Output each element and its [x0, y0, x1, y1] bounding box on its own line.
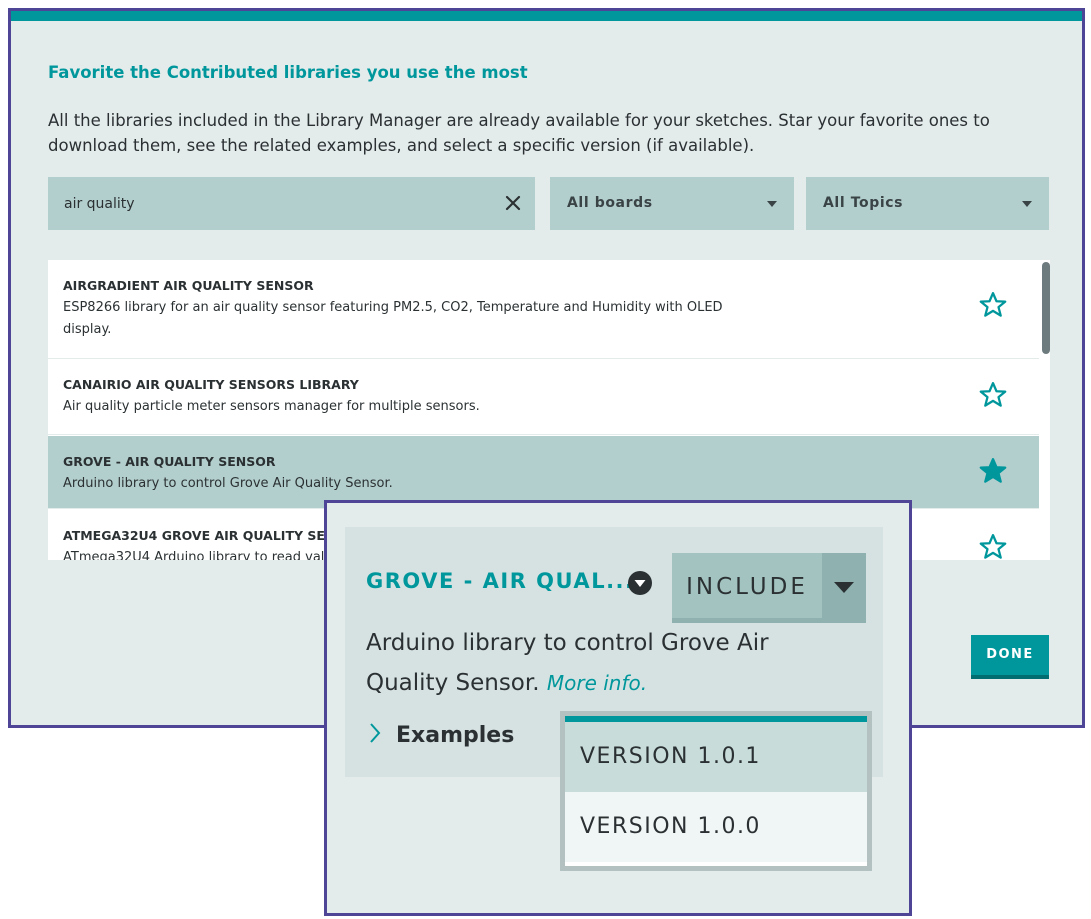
library-name: GROVE - AIR QUALITY SENSOR [63, 454, 276, 469]
boards-filter-select[interactable]: All boards [550, 177, 794, 230]
library-name: CANAIRIO AIR QUALITY SENSORS LIBRARY [63, 377, 359, 392]
done-button[interactable]: DONE [971, 635, 1049, 679]
star-outline-icon[interactable] [978, 290, 1008, 320]
include-dropdown-toggle[interactable] [822, 553, 866, 623]
library-detail-description: Arduino library to control Grove Air Qua… [366, 623, 846, 703]
dialog-accent-bar [11, 11, 1082, 21]
chevron-down-icon [767, 201, 777, 207]
library-description: ESP8266 library for an air quality senso… [63, 300, 723, 337]
chevron-right-icon [370, 723, 381, 743]
library-description: Arduino library to control Grove Air Qua… [63, 476, 393, 491]
library-item[interactable]: CANAIRIO AIR QUALITY SENSORS LIBRARY Air… [48, 360, 1039, 435]
chevron-down-icon [1022, 201, 1032, 207]
include-button[interactable]: INCLUDE [672, 553, 866, 623]
library-description: Air quality particle meter sensors manag… [63, 399, 480, 414]
library-item[interactable]: AIRGRADIENT AIR QUALITY SENSOR ESP8266 l… [48, 260, 1039, 359]
library-detail-name: GROVE - AIR QUAL... [366, 569, 635, 593]
list-scrollbar[interactable] [1042, 262, 1050, 354]
examples-label: Examples [396, 723, 515, 748]
library-detail-zoom-panel: GROVE - AIR QUAL... INCLUDE Arduino libr… [324, 500, 912, 916]
include-label: INCLUDE [686, 574, 808, 600]
boards-filter-label: All boards [567, 195, 653, 211]
search-box [48, 177, 535, 230]
dialog-title: Favorite the Contributed libraries you u… [48, 63, 528, 82]
dialog-description: All the libraries included in the Librar… [48, 111, 990, 155]
library-item-selected[interactable]: GROVE - AIR QUALITY SENSOR Arduino libra… [48, 436, 1039, 509]
topics-filter-label: All Topics [823, 195, 904, 211]
chevron-down-icon [834, 582, 854, 593]
more-info-link[interactable]: More info. [547, 671, 647, 695]
topics-filter-select[interactable]: All Topics [806, 177, 1049, 230]
version-option[interactable]: VERSION 1.0.1 [565, 722, 867, 792]
library-name: AIRGRADIENT AIR QUALITY SENSOR [63, 278, 314, 293]
search-input[interactable] [48, 177, 478, 230]
info-dropdown-icon[interactable] [627, 570, 653, 596]
star-filled-icon[interactable] [978, 456, 1008, 486]
version-option[interactable]: VERSION 1.0.0 [565, 792, 867, 862]
library-name: ATMEGA32U4 GROVE AIR QUALITY SENSOR [63, 528, 365, 543]
examples-toggle[interactable]: Examples [368, 721, 514, 748]
star-outline-icon[interactable] [978, 380, 1008, 410]
close-icon[interactable] [501, 191, 525, 215]
version-dropdown: VERSION 1.0.1 VERSION 1.0.0 [560, 711, 872, 871]
star-outline-icon[interactable] [978, 532, 1008, 560]
